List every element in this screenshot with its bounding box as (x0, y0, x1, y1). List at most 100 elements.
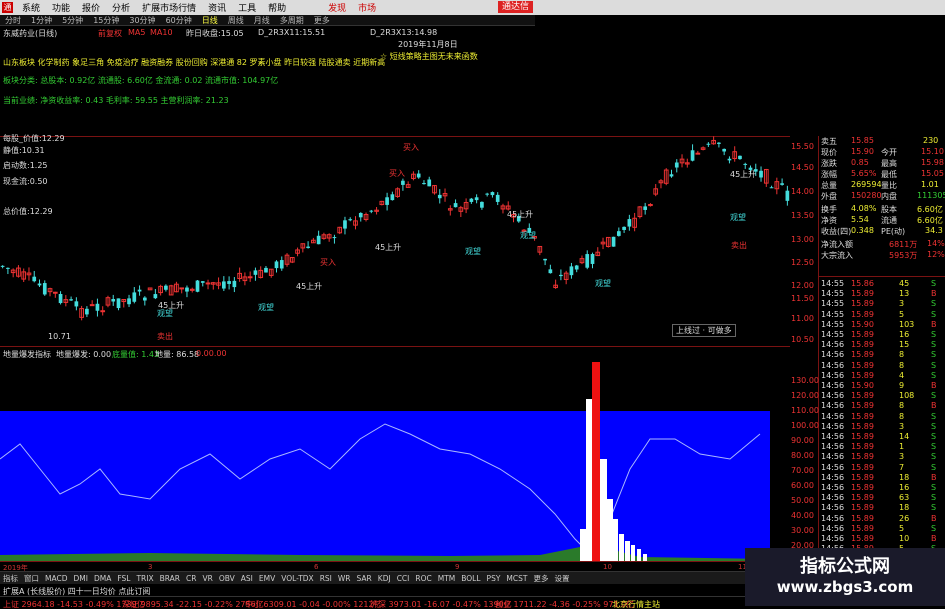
period-tab[interactable]: 15分钟 (88, 15, 124, 26)
connect-button[interactable]: 通达信 (498, 1, 534, 13)
watermark: 指标公式网 www.zbgs3.com (745, 548, 945, 606)
candle-body (227, 281, 231, 284)
indicator-tab[interactable]: DMA (91, 574, 114, 583)
tick-row: 14:56 15.89 26 B (821, 513, 937, 523)
quote-row: 外盘 150280 内盘 111305 (821, 191, 945, 201)
indicator-signal-bar (592, 362, 600, 561)
candle-body (32, 276, 37, 282)
candle-body (111, 299, 116, 302)
indicator-tab[interactable]: EMV (256, 574, 278, 583)
indicator-tab[interactable]: ROC (412, 574, 434, 583)
candle-body (132, 292, 137, 302)
indicator-tab[interactable]: MACD (42, 574, 70, 583)
menu-item-discover[interactable]: 发现 (322, 1, 352, 14)
indicator-tab[interactable]: BOLL (458, 574, 483, 583)
indicator-chart[interactable] (0, 359, 790, 561)
menu-item[interactable]: 帮助 (262, 1, 292, 14)
concept-list: 山东板块 化学制药 象足三角 免疫治疗 融资融券 股份回购 深港通 82 罗素小… (3, 58, 386, 67)
period-tab[interactable]: 30分钟 (124, 15, 160, 26)
candle-body (490, 192, 495, 196)
indicator-tab[interactable]: OBV (216, 574, 238, 583)
candle-body (616, 231, 621, 236)
candle-body (717, 142, 721, 144)
tick-row: 14:56 15.89 4 S (821, 370, 937, 380)
candle-body (95, 303, 100, 311)
indicator-bar (643, 554, 647, 561)
candle-body (385, 197, 389, 205)
indicator-tab[interactable]: KDJ (375, 574, 394, 583)
note-box[interactable]: 上线过 · 可做多 (672, 324, 736, 337)
indicator-tab[interactable]: PSY (484, 574, 504, 583)
candle-body (543, 258, 547, 261)
period-tab[interactable]: 月线 (249, 15, 275, 26)
finance-line-2: 当前业绩: 净资收益率: 0.43 毛利率: 59.55 主营利润率: 21.2… (3, 96, 229, 105)
kline-chart[interactable]: 每股_价值:12.29 静值:10.31 启动数:1.25 现金流:0.50 总… (0, 134, 790, 346)
server-name[interactable]: 北京行情主站 (612, 599, 660, 609)
candle-body (185, 287, 189, 292)
indicator-tab[interactable]: 指标 (0, 573, 21, 584)
indicator-tab[interactable]: 窗口 (21, 573, 42, 584)
indicator-tab[interactable]: FSL (114, 574, 133, 583)
candle-body (127, 298, 131, 305)
indicator-tab[interactable]: DMI (70, 574, 90, 583)
period-tab[interactable]: 60分钟 (161, 15, 197, 26)
indicator-tab[interactable]: BRAR (157, 574, 183, 583)
candle-body (52, 291, 58, 294)
indicator-tab[interactable]: VOL-TDX (278, 574, 316, 583)
candle-body (437, 194, 442, 199)
indicator-tab[interactable]: CCI (394, 574, 413, 583)
quote-row: 大宗流入 5953万 12% (821, 250, 945, 260)
menu-item[interactable]: 功能 (46, 1, 76, 14)
indicator-tab[interactable]: TRIX (133, 574, 156, 583)
indicator-tab[interactable]: CR (183, 574, 199, 583)
indicator-tab[interactable]: ASI (238, 574, 256, 583)
index-smallcap[interactable]: 中小 6309.01 -0.04 -0.00% 1212亿 (245, 599, 382, 609)
candle-body (247, 276, 253, 279)
index-shenzhen[interactable]: 深证 9895.34 -22.15 -0.22% 2756亿 (122, 599, 264, 609)
price-tick: 14.00 (791, 187, 814, 196)
menu-item[interactable]: 分析 (106, 1, 136, 14)
candle-body (221, 281, 226, 289)
candle-body (164, 285, 168, 290)
menu-item[interactable]: 资讯 (202, 1, 232, 14)
candle-body (453, 203, 458, 208)
quote-row: 现价 15.90 今开 15.10 (821, 147, 944, 157)
period-tab[interactable]: 周线 (223, 15, 249, 26)
menu-item-market[interactable]: 市场 (352, 1, 382, 14)
candle-body (369, 210, 374, 212)
period-tab[interactable]: 分时 (0, 15, 26, 26)
indicator-tab[interactable]: VR (199, 574, 215, 583)
date-tick: 10 (603, 563, 612, 571)
candle-body (643, 206, 648, 210)
indicator-bar (619, 534, 624, 561)
signal-buy: 买入 (320, 258, 336, 267)
menu-item[interactable]: 报价 (76, 1, 106, 14)
period-tab[interactable]: 多周期 (275, 15, 309, 26)
menu-item[interactable]: 系统 (16, 1, 46, 14)
candle-body (153, 294, 158, 299)
quote-row: 总量 269594 量比 1.01 (821, 180, 939, 190)
period-tab[interactable]: 1分钟 (26, 15, 57, 26)
menu-item[interactable]: 扩展市场行情 (136, 1, 202, 14)
period-toolbar: 分时 1分钟 5分钟 15分钟 30分钟 60分钟 日线 周线 月线 多周期 更… (0, 15, 535, 26)
signal-watch: 观望 (157, 309, 173, 318)
candle-body (332, 237, 337, 239)
period-tab-active[interactable]: 日线 (197, 15, 223, 26)
indicator-tab[interactable]: 设置 (551, 573, 572, 584)
indicator-tab[interactable]: MCST (503, 574, 530, 583)
value-label: 启动数:1.25 (3, 161, 48, 170)
period-tab[interactable]: 5分钟 (57, 15, 88, 26)
candle-body (74, 301, 79, 307)
indicator-tab[interactable]: RSI (317, 574, 335, 583)
indicator-tab[interactable]: 更多 (530, 573, 551, 584)
tick-list[interactable]: 14:55 15.86 45 S 14:55 15.89 13 B 14:55 15.89 3 S 14… (818, 276, 945, 566)
indicator-tab[interactable]: SAR (354, 574, 375, 583)
indicator-band (0, 411, 770, 561)
index-hs300[interactable]: 沪深 3973.01 -16.07 -0.47% 1390亿 (370, 599, 512, 609)
indicator-tab[interactable]: WR (335, 574, 354, 583)
price-tick: 13.00 (791, 235, 814, 244)
period-tab[interactable]: 更多 (309, 15, 335, 26)
menu-item[interactable]: 工具 (232, 1, 262, 14)
indicator-tab[interactable]: MTM (435, 574, 459, 583)
date-tick: 6 (314, 563, 319, 571)
